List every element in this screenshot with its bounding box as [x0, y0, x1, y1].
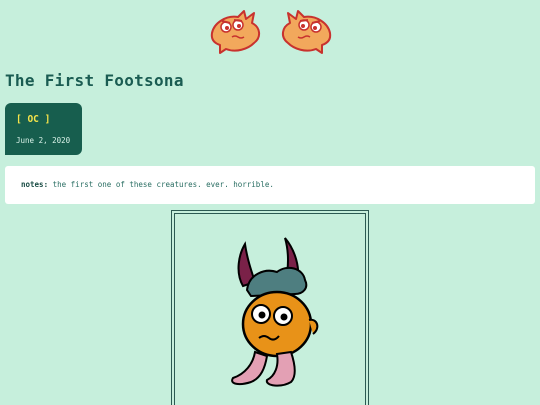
post-date: June 2, 2020	[16, 136, 71, 145]
tag-link-oc[interactable]: [ OC ]	[16, 114, 50, 125]
page: The First Footsona [ OC ] June 2, 2020 n…	[0, 0, 540, 405]
footsona-artwork-icon	[231, 237, 319, 387]
left-creature-icon	[210, 10, 260, 54]
right-creature-icon	[282, 10, 332, 54]
notes-label: notes:	[21, 180, 49, 189]
post-meta-card: [ OC ] June 2, 2020	[5, 103, 82, 155]
page-title: The First Footsona	[5, 71, 184, 90]
notes-body: the first one of these creatures. ever. …	[48, 180, 274, 189]
notes-text: notes: the first one of these creatures.…	[21, 180, 274, 189]
notes-box: notes: the first one of these creatures.…	[5, 166, 535, 204]
header-logo-icon[interactable]	[208, 7, 334, 57]
artwork-inner	[174, 213, 366, 405]
artwork-frame[interactable]	[171, 210, 369, 405]
